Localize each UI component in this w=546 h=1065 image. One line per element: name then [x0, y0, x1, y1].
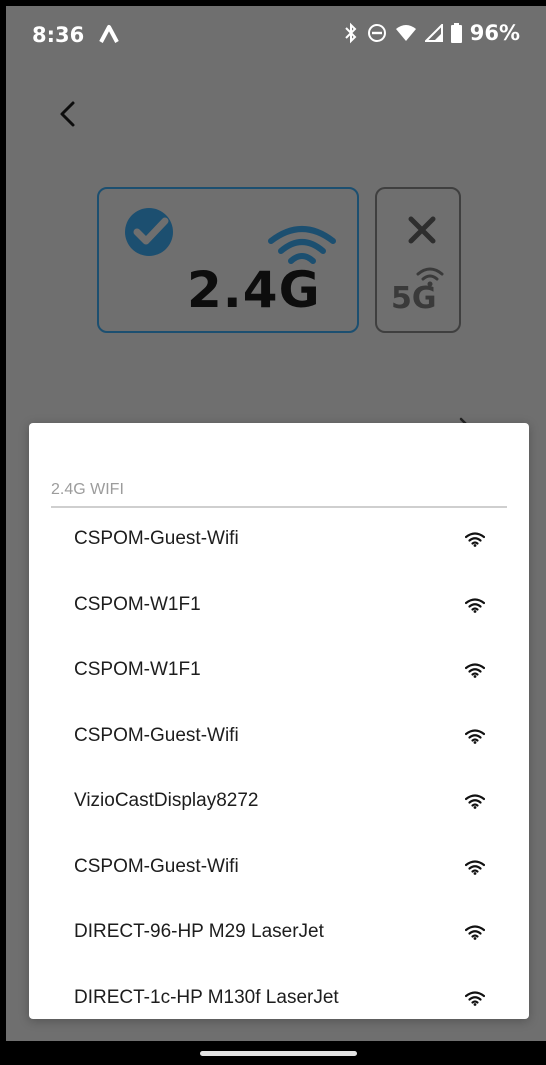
- band-label-2-4g: 2.4G: [187, 261, 321, 319]
- network-name: CSPOM-Guest-Wifi: [74, 855, 239, 877]
- network-item[interactable]: VizioCastDisplay8272: [29, 770, 529, 836]
- battery-icon: [450, 23, 462, 43]
- home-gesture-handle[interactable]: [200, 1051, 357, 1056]
- network-item[interactable]: DIRECT-1c-HP M130f LaserJet: [29, 967, 529, 1020]
- bluetooth-icon: [345, 22, 357, 44]
- wifi-signal-icon: [465, 990, 485, 1006]
- band-card-5g[interactable]: 5G: [375, 187, 461, 333]
- network-item[interactable]: CSPOM-Guest-Wifi: [29, 836, 529, 902]
- app-screen: 8:36 96% 2.4G 5G 2.4G WIFI CSPOM-Guest-W…: [6, 6, 546, 1041]
- do-not-disturb-icon: [367, 24, 386, 42]
- network-name: CSPOM-W1F1: [74, 659, 201, 680]
- network-name: CSPOM-Guest-Wifi: [74, 724, 239, 746]
- network-item[interactable]: CSPOM-Guest-Wifi: [29, 508, 529, 574]
- network-item[interactable]: CSPOM-W1F1: [29, 639, 529, 705]
- close-icon: [408, 216, 436, 244]
- navigation-bar: [0, 1041, 546, 1065]
- status-bar: 8:36 96%: [6, 6, 546, 64]
- network-item[interactable]: CSPOM-W1F1: [29, 574, 529, 640]
- wifi-selection-sheet: 2.4G WIFI CSPOM-Guest-Wifi CSPOM-W1F1 CS…: [29, 423, 529, 1019]
- wifi-signal-icon: [465, 663, 485, 678]
- network-name: CSPOM-W1F1: [74, 593, 201, 615]
- network-item[interactable]: DIRECT-96-HP M29 LaserJet: [29, 901, 529, 967]
- wifi-signal-icon: [465, 597, 485, 613]
- wifi-signal-icon: [465, 728, 485, 744]
- network-name: CSPOM-Guest-Wifi: [74, 528, 239, 549]
- status-time: 8:36: [32, 23, 85, 47]
- cellular-signal-icon: [424, 24, 443, 42]
- back-arrow-icon[interactable]: [52, 94, 86, 134]
- app-notification-icon: [99, 25, 119, 43]
- network-name: VizioCastDisplay8272: [74, 790, 259, 811]
- battery-percentage: 96%: [469, 21, 520, 45]
- wifi-signal-icon: [465, 794, 485, 809]
- network-list: CSPOM-Guest-Wifi CSPOM-W1F1 CSPOM-W1F1 C…: [29, 508, 529, 1019]
- band-card-2-4g[interactable]: 2.4G: [97, 187, 359, 333]
- network-name: DIRECT-1c-HP M130f LaserJet: [74, 986, 339, 1008]
- status-icons: 96%: [343, 21, 520, 45]
- network-name: DIRECT-96-HP M29 LaserJet: [74, 921, 324, 942]
- wifi-signal-icon: [465, 859, 485, 875]
- section-header: 2.4G WIFI: [51, 481, 124, 498]
- wifi-signal-icon: [465, 532, 485, 547]
- wifi-status-icon: [395, 25, 416, 41]
- check-circle-icon: [125, 208, 173, 256]
- band-label-5g: 5G: [391, 281, 437, 316]
- wifi-signal-icon: [465, 925, 485, 940]
- network-item[interactable]: CSPOM-Guest-Wifi: [29, 705, 529, 771]
